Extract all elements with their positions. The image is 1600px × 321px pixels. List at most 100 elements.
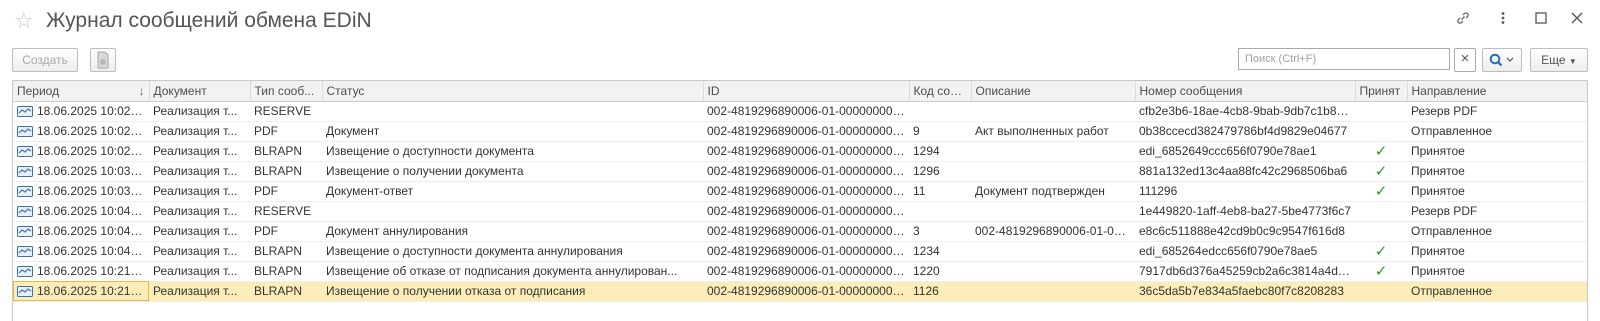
cell-description	[971, 141, 1135, 162]
clear-search-button[interactable]: ×	[1454, 48, 1476, 72]
table-row[interactable]: 18.06.2025 10:04:06 Реализация т... RESERV…	[13, 201, 1587, 222]
cell-type: RESERVE	[250, 201, 322, 222]
search-input[interactable]	[1238, 48, 1450, 70]
document-icon	[97, 51, 109, 69]
cell-description	[971, 161, 1135, 182]
period-text: 18.06.2025 10:02:50	[37, 124, 148, 138]
table-row[interactable]: 18.06.2025 10:03:25 Реализация т... BLRAPN…	[13, 161, 1587, 182]
close-icon[interactable]	[1566, 10, 1588, 32]
table-row[interactable]: 18.06.2025 10:04:19 Реализация т... BLRAPN…	[13, 241, 1587, 262]
cell-direction: Резерв PDF	[1407, 201, 1587, 222]
cell-code	[909, 101, 971, 122]
cell-id: 002-4819296890006-01-0000000046	[703, 181, 909, 202]
cell-type: BLRAPN	[250, 241, 322, 262]
cell-type: PDF	[250, 121, 322, 142]
cell-id: 002-4819296890006-01-0000000046	[703, 161, 909, 182]
cell-status: Извещение о доступности документа аннули…	[322, 241, 703, 262]
cell-number: 7917db6d376a45259cb2a6c3814a4d68	[1135, 261, 1355, 282]
cell-id: 002-4819296890006-01-0000000047	[703, 241, 909, 262]
period-text: 18.06.2025 10:03:57	[37, 184, 148, 198]
period-text: 18.06.2025 10:21:52	[37, 284, 148, 298]
cell-status: Извещение об отказе от подписания докуме…	[322, 261, 703, 282]
cell-document: Реализация т...	[149, 221, 250, 242]
message-icon	[17, 266, 33, 278]
cell-code: 1294	[909, 141, 971, 162]
more-vert-icon[interactable]	[1492, 10, 1514, 32]
cell-accepted: ✓	[1355, 261, 1407, 282]
message-icon	[17, 126, 33, 138]
cell-accepted	[1355, 101, 1407, 122]
message-icon	[17, 186, 33, 198]
cell-number: edi_685264edcc656f0790e78ae5	[1135, 241, 1355, 262]
message-icon	[17, 246, 33, 258]
chevron-down-icon: ▼	[1568, 57, 1577, 66]
cell-number: cfb2e3b6-18ae-4cb8-9bab-9db7c1b8d...	[1135, 101, 1355, 122]
column-header-accepted[interactable]: Принят	[1355, 81, 1408, 102]
cell-code: 1126	[909, 281, 971, 302]
cell-document: Реализация т...	[149, 121, 250, 142]
search-button[interactable]	[1482, 48, 1522, 72]
column-header-id[interactable]: ID	[703, 81, 910, 102]
cell-document: Реализация т...	[149, 141, 250, 162]
checkmark-icon: ✓	[1374, 263, 1388, 280]
cell-period: 18.06.2025 10:02:43	[13, 101, 149, 122]
cell-number: 881a132ed13c4aa88fc42c2968506ba6	[1135, 161, 1355, 182]
checkmark-icon: ✓	[1374, 163, 1388, 180]
table-row[interactable]: 18.06.2025 10:21:47 Реализация т... BLRAPN…	[13, 261, 1587, 282]
column-header-code[interactable]: Код соо...	[909, 81, 972, 102]
more-button[interactable]: Еще ▼	[1530, 48, 1588, 72]
column-header-description[interactable]: Описание	[971, 81, 1136, 102]
cell-status: Извещение о получении документа	[322, 161, 703, 182]
star-icon[interactable]: ☆	[14, 8, 34, 34]
create-button[interactable]: Создать	[12, 48, 78, 72]
cell-period: 18.06.2025 10:02:57	[13, 141, 149, 162]
message-icon	[17, 286, 33, 298]
cell-id: 002-4819296890006-01-0000000046	[703, 121, 909, 142]
column-header-status[interactable]: Статус	[322, 81, 704, 102]
copy-document-button[interactable]	[90, 48, 116, 72]
cell-status: Документ аннулирования	[322, 221, 703, 242]
column-header-direction[interactable]: Направление	[1407, 81, 1587, 102]
toolbar: Создать × Еще ▼	[0, 46, 1600, 74]
cell-period: 18.06.2025 10:03:25	[13, 161, 149, 182]
title-bar: ☆ Журнал сообщений обмена EDiN	[0, 0, 1600, 42]
message-icon	[17, 206, 33, 218]
period-text: 18.06.2025 10:04:11	[37, 224, 147, 238]
table-row[interactable]: 18.06.2025 10:04:11 Реализация т... PDF Док…	[13, 221, 1587, 242]
cell-direction: Отправленное	[1407, 221, 1587, 242]
link-icon[interactable]	[1452, 10, 1474, 32]
table-header-row: Период ↓ Документ Тип сооб... Статус ID К…	[13, 81, 1587, 102]
cell-period: 18.06.2025 10:02:50	[13, 121, 149, 142]
cell-document: Реализация т...	[149, 161, 250, 182]
column-header-period[interactable]: Период ↓	[13, 81, 150, 102]
table-row[interactable]: 18.06.2025 10:02:57 Реализация т... BLRAPN…	[13, 141, 1587, 162]
cell-direction: Принятое	[1407, 241, 1587, 262]
cell-direction: Резерв PDF	[1407, 101, 1587, 122]
column-header-type[interactable]: Тип сооб...	[250, 81, 323, 102]
table-row[interactable]: 18.06.2025 10:02:50 Реализация т... PDF Док…	[13, 121, 1587, 142]
column-header-document[interactable]: Документ	[149, 81, 251, 102]
cell-direction: Отправленное	[1407, 121, 1587, 142]
cell-status	[322, 101, 703, 122]
table-row[interactable]: 18.06.2025 10:21:52 Реализация т... BLRAPN…	[13, 281, 1587, 302]
cell-description	[971, 261, 1135, 282]
checkmark-icon: ✓	[1374, 183, 1388, 200]
cell-description	[971, 201, 1135, 222]
cell-document: Реализация т...	[149, 101, 250, 122]
cell-code: 1296	[909, 161, 971, 182]
cell-id: 002-4819296890006-01-0000000047	[703, 221, 909, 242]
checkmark-icon: ✓	[1374, 143, 1388, 160]
message-icon	[17, 226, 33, 238]
period-text: 18.06.2025 10:02:57	[37, 144, 148, 158]
column-header-label: Период	[17, 83, 60, 98]
cell-type: BLRAPN	[250, 261, 322, 282]
table-row[interactable]: 18.06.2025 10:03:57 Реализация т... PDF Док…	[13, 181, 1587, 202]
cell-document: Реализация т...	[149, 201, 250, 222]
column-header-number[interactable]: Номер сообщения	[1135, 81, 1356, 102]
cell-accepted	[1355, 121, 1407, 142]
maximize-icon[interactable]	[1530, 10, 1552, 32]
cell-description	[971, 281, 1135, 302]
table-row[interactable]: 18.06.2025 10:02:43 Реализация т... RESERV…	[13, 101, 1587, 122]
messages-table: Период ↓ Документ Тип сооб... Статус ID К…	[12, 80, 1588, 321]
cell-status: Документ-ответ	[322, 181, 703, 202]
